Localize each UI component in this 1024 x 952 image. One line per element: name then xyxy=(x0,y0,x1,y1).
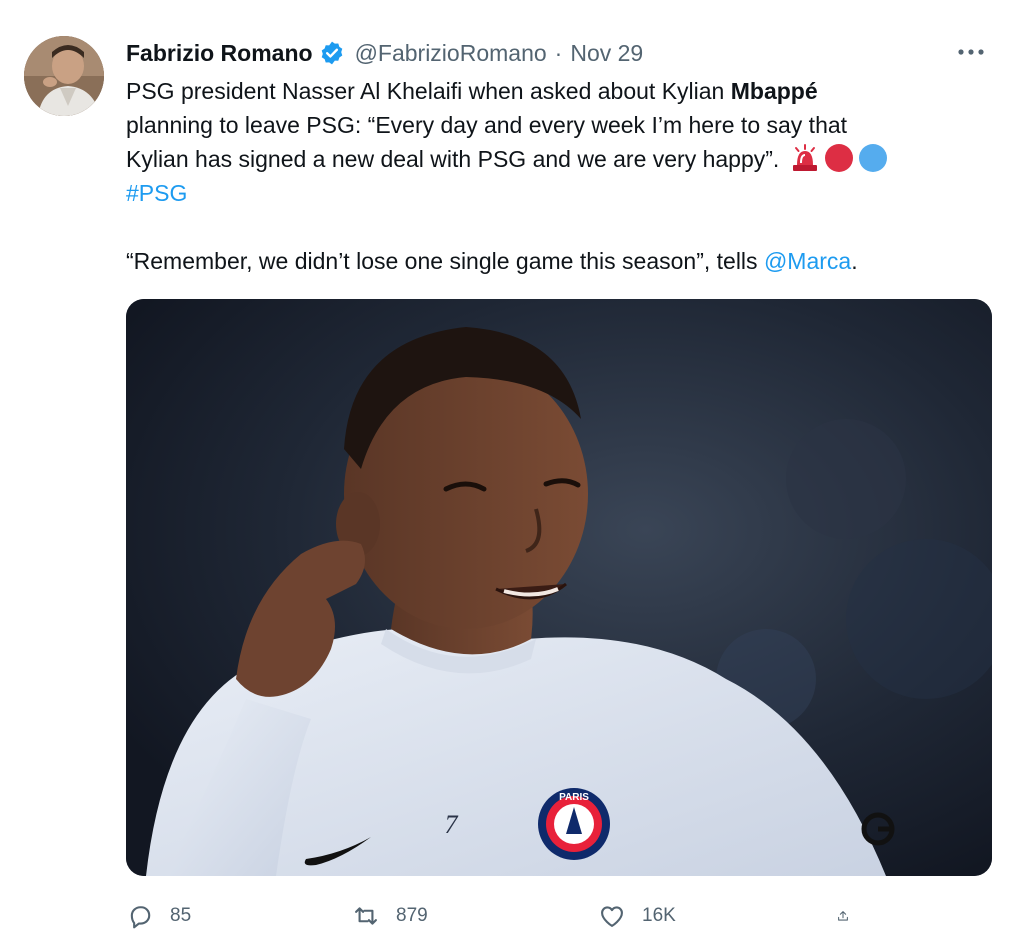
share-icon xyxy=(838,911,848,921)
heart-icon xyxy=(601,906,623,927)
tweet-card[interactable]: Fabrizio Romano @FabrizioRomano · Nov 29… xyxy=(0,0,1024,952)
tweet-media-photo[interactable]: PARIS 7 xyxy=(126,299,992,876)
tweet-text: PSG president Nasser Al Khelaifi when as… xyxy=(126,74,986,278)
share-button[interactable] xyxy=(836,902,866,930)
tweet-actions: 85 879 16K xyxy=(126,896,866,936)
avatar-photo xyxy=(24,36,104,116)
police-light-emoji xyxy=(790,143,820,173)
jersey-number: 7 xyxy=(445,810,459,839)
text-segment: . xyxy=(851,248,858,274)
mention-link-marca[interactable]: @Marca xyxy=(764,248,851,274)
hashtag-link-psg[interactable]: #PSG xyxy=(126,176,986,210)
player-photo: PARIS 7 xyxy=(126,299,992,876)
crest-text: PARIS xyxy=(559,792,589,803)
blue-circle-emoji xyxy=(858,143,888,173)
tweet-header: Fabrizio Romano @FabrizioRomano · Nov 29 xyxy=(126,38,643,68)
author-avatar[interactable] xyxy=(24,36,104,116)
tweet-text-line-1: PSG president Nasser Al Khelaifi when as… xyxy=(126,74,986,108)
bold-name: Mbappé xyxy=(730,78,818,104)
tweet-text-line-3: Kylian has signed a new deal with PSG an… xyxy=(126,142,986,176)
retweet-count: 879 xyxy=(396,905,428,926)
author-handle[interactable]: @FabrizioRomano xyxy=(355,40,547,67)
retweet-icon xyxy=(355,907,377,925)
reply-button[interactable]: 85 xyxy=(126,902,352,930)
header-separator: · xyxy=(554,39,563,66)
text-segment: “Remember, we didn’t lose one single gam… xyxy=(126,248,764,274)
like-button[interactable]: 16K xyxy=(598,902,836,930)
tweet-text-line-2: planning to leave PSG: “Every day and ev… xyxy=(126,112,848,138)
reply-count: 85 xyxy=(170,905,192,926)
more-options-icon[interactable] xyxy=(956,40,986,64)
tweet-date[interactable]: Nov 29 xyxy=(570,40,643,67)
tweet-text-line-5: “Remember, we didn’t lose one single gam… xyxy=(126,244,986,278)
text-segment: PSG president Nasser Al Khelaifi when as… xyxy=(126,78,731,104)
like-count: 16K xyxy=(642,905,676,926)
red-circle-emoji xyxy=(824,143,854,173)
verified-badge-icon xyxy=(319,40,345,66)
author-display-name[interactable]: Fabrizio Romano xyxy=(126,40,313,67)
reply-icon xyxy=(130,906,151,929)
retweet-button[interactable]: 879 xyxy=(352,902,598,930)
text-segment: Kylian has signed a new deal with PSG an… xyxy=(126,146,786,172)
